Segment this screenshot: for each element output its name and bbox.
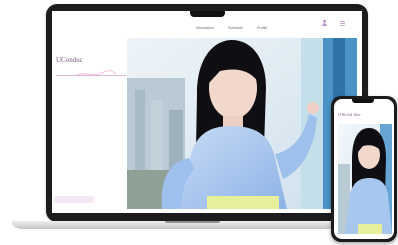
nav-item-schedule[interactable]: Schedule — [228, 26, 243, 30]
portrait-photo — [127, 38, 357, 209]
menu-icon[interactable] — [338, 18, 347, 28]
phone-portrait-photo — [338, 124, 392, 234]
phone-notch — [352, 99, 374, 103]
hero-image — [127, 38, 357, 209]
phone-title: Official Site — [338, 112, 361, 117]
side-tab-highlight — [54, 196, 94, 203]
user-icon[interactable] — [320, 18, 329, 28]
site-nav: Information Schedule Profile — [196, 22, 267, 34]
camera-notch — [190, 11, 225, 17]
nav-item-information[interactable]: Information — [196, 26, 214, 30]
nav-item-profile[interactable]: Profile — [257, 26, 267, 30]
brand-title: UConduc — [56, 56, 83, 64]
phone-hero-image — [338, 124, 392, 234]
laptop-hinge — [165, 221, 220, 223]
pink-swash-decoration — [76, 70, 117, 76]
nav-actions — [320, 18, 347, 28]
brand-divider — [56, 75, 126, 76]
